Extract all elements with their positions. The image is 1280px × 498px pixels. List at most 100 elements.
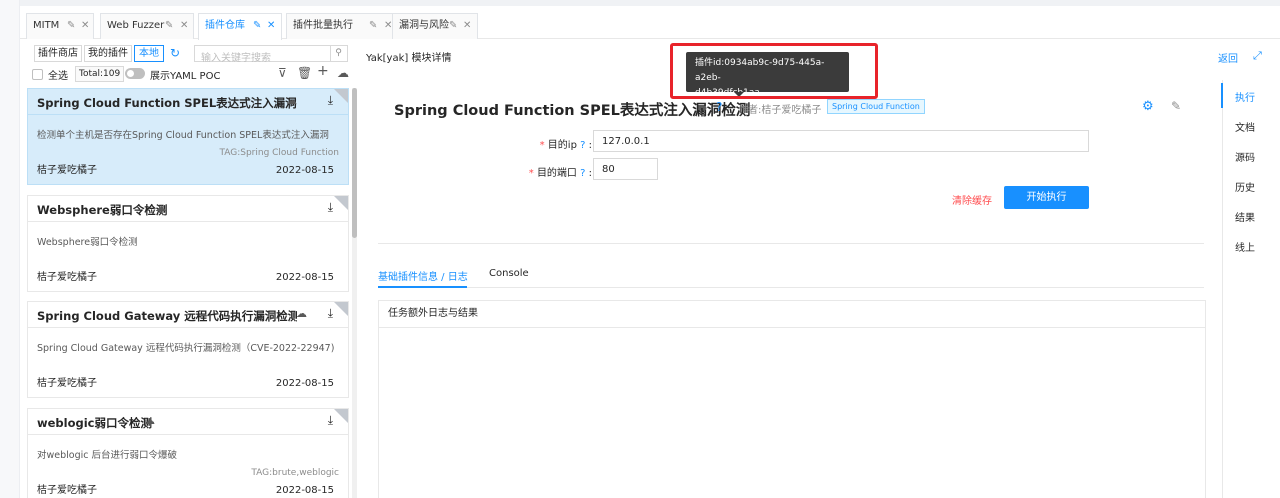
plugin-tag: TAG:Spring Cloud Function <box>219 148 339 158</box>
target-port-input[interactable] <box>593 158 658 180</box>
cloud-icon: ☁ <box>296 307 307 320</box>
plugin-author: 桔子爱吃橘子 <box>37 378 97 389</box>
tab-vulns[interactable]: 漏洞与风险 ✎ ✕ <box>392 13 478 39</box>
target-ip-input[interactable] <box>593 130 1089 152</box>
tab-basic-info-log[interactable]: 基础插件信息 / 日志 <box>378 268 468 283</box>
plugin-desc: Spring Cloud Gateway 远程代码执行漏洞检测（CVE-2022… <box>37 343 335 354</box>
help-icon[interactable]: ? <box>580 140 585 151</box>
plugin-list-scrollbar[interactable] <box>352 88 357 498</box>
fullscreen-icon[interactable]: ⤢ <box>1253 49 1262 63</box>
download-icon[interactable]: ⤓ <box>328 200 333 215</box>
close-icon[interactable]: ✕ <box>463 14 471 38</box>
help-icon[interactable]: ? <box>716 100 722 114</box>
field-label: 目的端口 <box>536 168 577 179</box>
required-mark: * <box>539 140 548 151</box>
tab-label: 插件仓库 <box>205 20 245 31</box>
select-all-label: 全选 <box>48 71 68 82</box>
tab-label: Web Fuzzer <box>107 20 165 31</box>
tab-results[interactable]: 结果 <box>1223 209 1267 224</box>
plugin-date: 2022-08-15 <box>275 378 334 389</box>
edit-icon[interactable]: ✎ <box>67 14 75 38</box>
delete-icon[interactable]: 🗑 <box>297 66 312 80</box>
filter-icon[interactable]: ⊽ <box>278 66 287 80</box>
add-icon[interactable]: + <box>317 63 329 79</box>
scrollbar-thumb[interactable] <box>352 88 357 238</box>
search-input[interactable] <box>195 51 325 66</box>
log-panel-title: 任务额外日志与结果 <box>379 301 1205 328</box>
search-icon[interactable]: ⚲ <box>330 46 346 61</box>
start-run-button[interactable]: 开始执行 <box>1004 186 1089 209</box>
total-badge: Total:109 <box>75 66 125 82</box>
plugin-card[interactable]: Spring Cloud Gateway 远程代码执行漏洞检测（... ☁ ⤓ … <box>27 301 349 398</box>
plugin-card[interactable]: Spring Cloud Function SPEL表达式注入漏洞检测 ☁ ⤓ … <box>27 88 349 185</box>
tab-plugin-store[interactable]: 插件仓库 ✎ ✕ <box>198 13 282 40</box>
plugin-author: 桔子爱吃橘子 <box>37 272 97 283</box>
cloud-icon: ☁ <box>286 94 297 107</box>
plugin-tag-badge: Spring Cloud Function <box>827 99 925 114</box>
plugin-title: weblogic弱口令检测 <box>37 416 152 430</box>
plugin-title: Websphere弱口令检测 <box>37 203 168 217</box>
gear-icon[interactable]: ⚙ <box>1142 99 1154 114</box>
yaml-toggle-label: 展示YAML POC <box>150 71 221 82</box>
clear-cache-button[interactable]: 清除缓存 <box>952 192 992 207</box>
tab-web-fuzzer[interactable]: Web Fuzzer ✎ ✕ <box>100 13 194 39</box>
close-icon[interactable]: ✕ <box>267 14 275 38</box>
card-header: weblogic弱口令检测 ☁ ⤓ <box>28 409 348 435</box>
close-icon[interactable]: ✕ <box>180 14 188 38</box>
target-port-label: * 目的端口 ? : <box>528 168 592 179</box>
tab-source[interactable]: 源码 <box>1223 149 1267 164</box>
module-detail-header: Yak[yak] 模块详情 <box>366 53 452 64</box>
corner-badge <box>334 89 348 103</box>
plugin-tag: TAG:brute,weblogic <box>251 468 339 478</box>
tab-label: MITM <box>33 20 60 31</box>
tab-docs[interactable]: 文档 <box>1223 119 1267 134</box>
download-icon[interactable]: ⤓ <box>328 93 333 108</box>
plugin-desc: 对weblogic 后台进行弱口令爆破 <box>37 450 178 461</box>
tab-online[interactable]: 线上 <box>1223 239 1267 254</box>
right-side-tabs: 执行 文档 源码 历史 结果 线上 <box>1221 80 1267 498</box>
left-gutter <box>0 0 20 498</box>
close-icon[interactable]: ✕ <box>81 14 89 38</box>
corner-badge <box>334 302 348 316</box>
tab-console[interactable]: Console <box>489 268 529 279</box>
tab-mitm[interactable]: MITM ✎ ✕ <box>26 13 94 39</box>
source-local-button[interactable]: 本地 <box>134 45 164 62</box>
corner-badge <box>334 196 348 210</box>
edit-icon[interactable]: ✎ <box>369 14 377 38</box>
plugin-card[interactable]: Websphere弱口令检测 ☁ ⤓ Websphere弱口令检测 桔子爱吃橘子… <box>27 195 349 292</box>
target-ip-label: * 目的ip ? : <box>539 140 592 151</box>
log-panel: 任务额外日志与结果 <box>378 300 1206 498</box>
detail-tabs: 基础插件信息 / 日志 Console <box>378 262 1204 288</box>
download-icon[interactable]: ⤓ <box>328 413 333 428</box>
edit-icon[interactable]: ✎ <box>253 14 261 38</box>
divider <box>378 243 1204 244</box>
highlight-box <box>670 43 878 99</box>
source-mine-button[interactable]: 我的插件 <box>84 45 132 62</box>
cloud-upload-icon[interactable]: ☁ <box>337 66 349 80</box>
app-window: MITM ✎ ✕ Web Fuzzer ✎ ✕ 插件仓库 ✎ ✕ 插件批量执行 … <box>0 0 1280 498</box>
card-header: Spring Cloud Function SPEL表达式注入漏洞检测 ☁ ⤓ <box>28 89 348 115</box>
download-icon[interactable]: ⤓ <box>328 306 333 321</box>
plugin-detail-title: Spring Cloud Function SPEL表达式注入漏洞检测 <box>394 103 751 119</box>
plugin-list-panel: 插件商店 我的插件 本地 ↻ ⚲ 全选 Total:109 展示YAML POC… <box>27 40 357 498</box>
edit-icon[interactable]: ✎ <box>165 14 173 38</box>
yaml-toggle[interactable] <box>125 68 145 79</box>
tab-label: 漏洞与风险 <box>399 20 449 31</box>
source-store-button[interactable]: 插件商店 <box>34 45 82 62</box>
plugin-author: 桔子爱吃橘子 <box>37 165 97 176</box>
plugin-card[interactable]: weblogic弱口令检测 ☁ ⤓ 对weblogic 后台进行弱口令爆破 TA… <box>27 408 349 498</box>
edit-icon[interactable]: ✎ <box>1171 99 1181 113</box>
card-header: Websphere弱口令检测 ☁ ⤓ <box>28 196 348 222</box>
select-all-checkbox[interactable] <box>32 69 43 80</box>
tab-execute[interactable]: 执行 <box>1223 89 1267 104</box>
corner-badge <box>334 409 348 423</box>
plugin-date: 2022-08-15 <box>275 485 334 496</box>
tab-batch-exec[interactable]: 插件批量执行 ✎ ✕ <box>286 13 398 39</box>
tab-history[interactable]: 历史 <box>1223 179 1267 194</box>
back-link[interactable]: 返回 <box>1218 50 1238 65</box>
tab-label: 插件批量执行 <box>293 20 353 31</box>
edit-icon[interactable]: ✎ <box>449 14 457 38</box>
refresh-icon[interactable]: ↻ <box>170 46 180 60</box>
plugin-title: Spring Cloud Function SPEL表达式注入漏洞检测 <box>37 96 297 110</box>
help-icon[interactable]: ? <box>580 168 585 179</box>
